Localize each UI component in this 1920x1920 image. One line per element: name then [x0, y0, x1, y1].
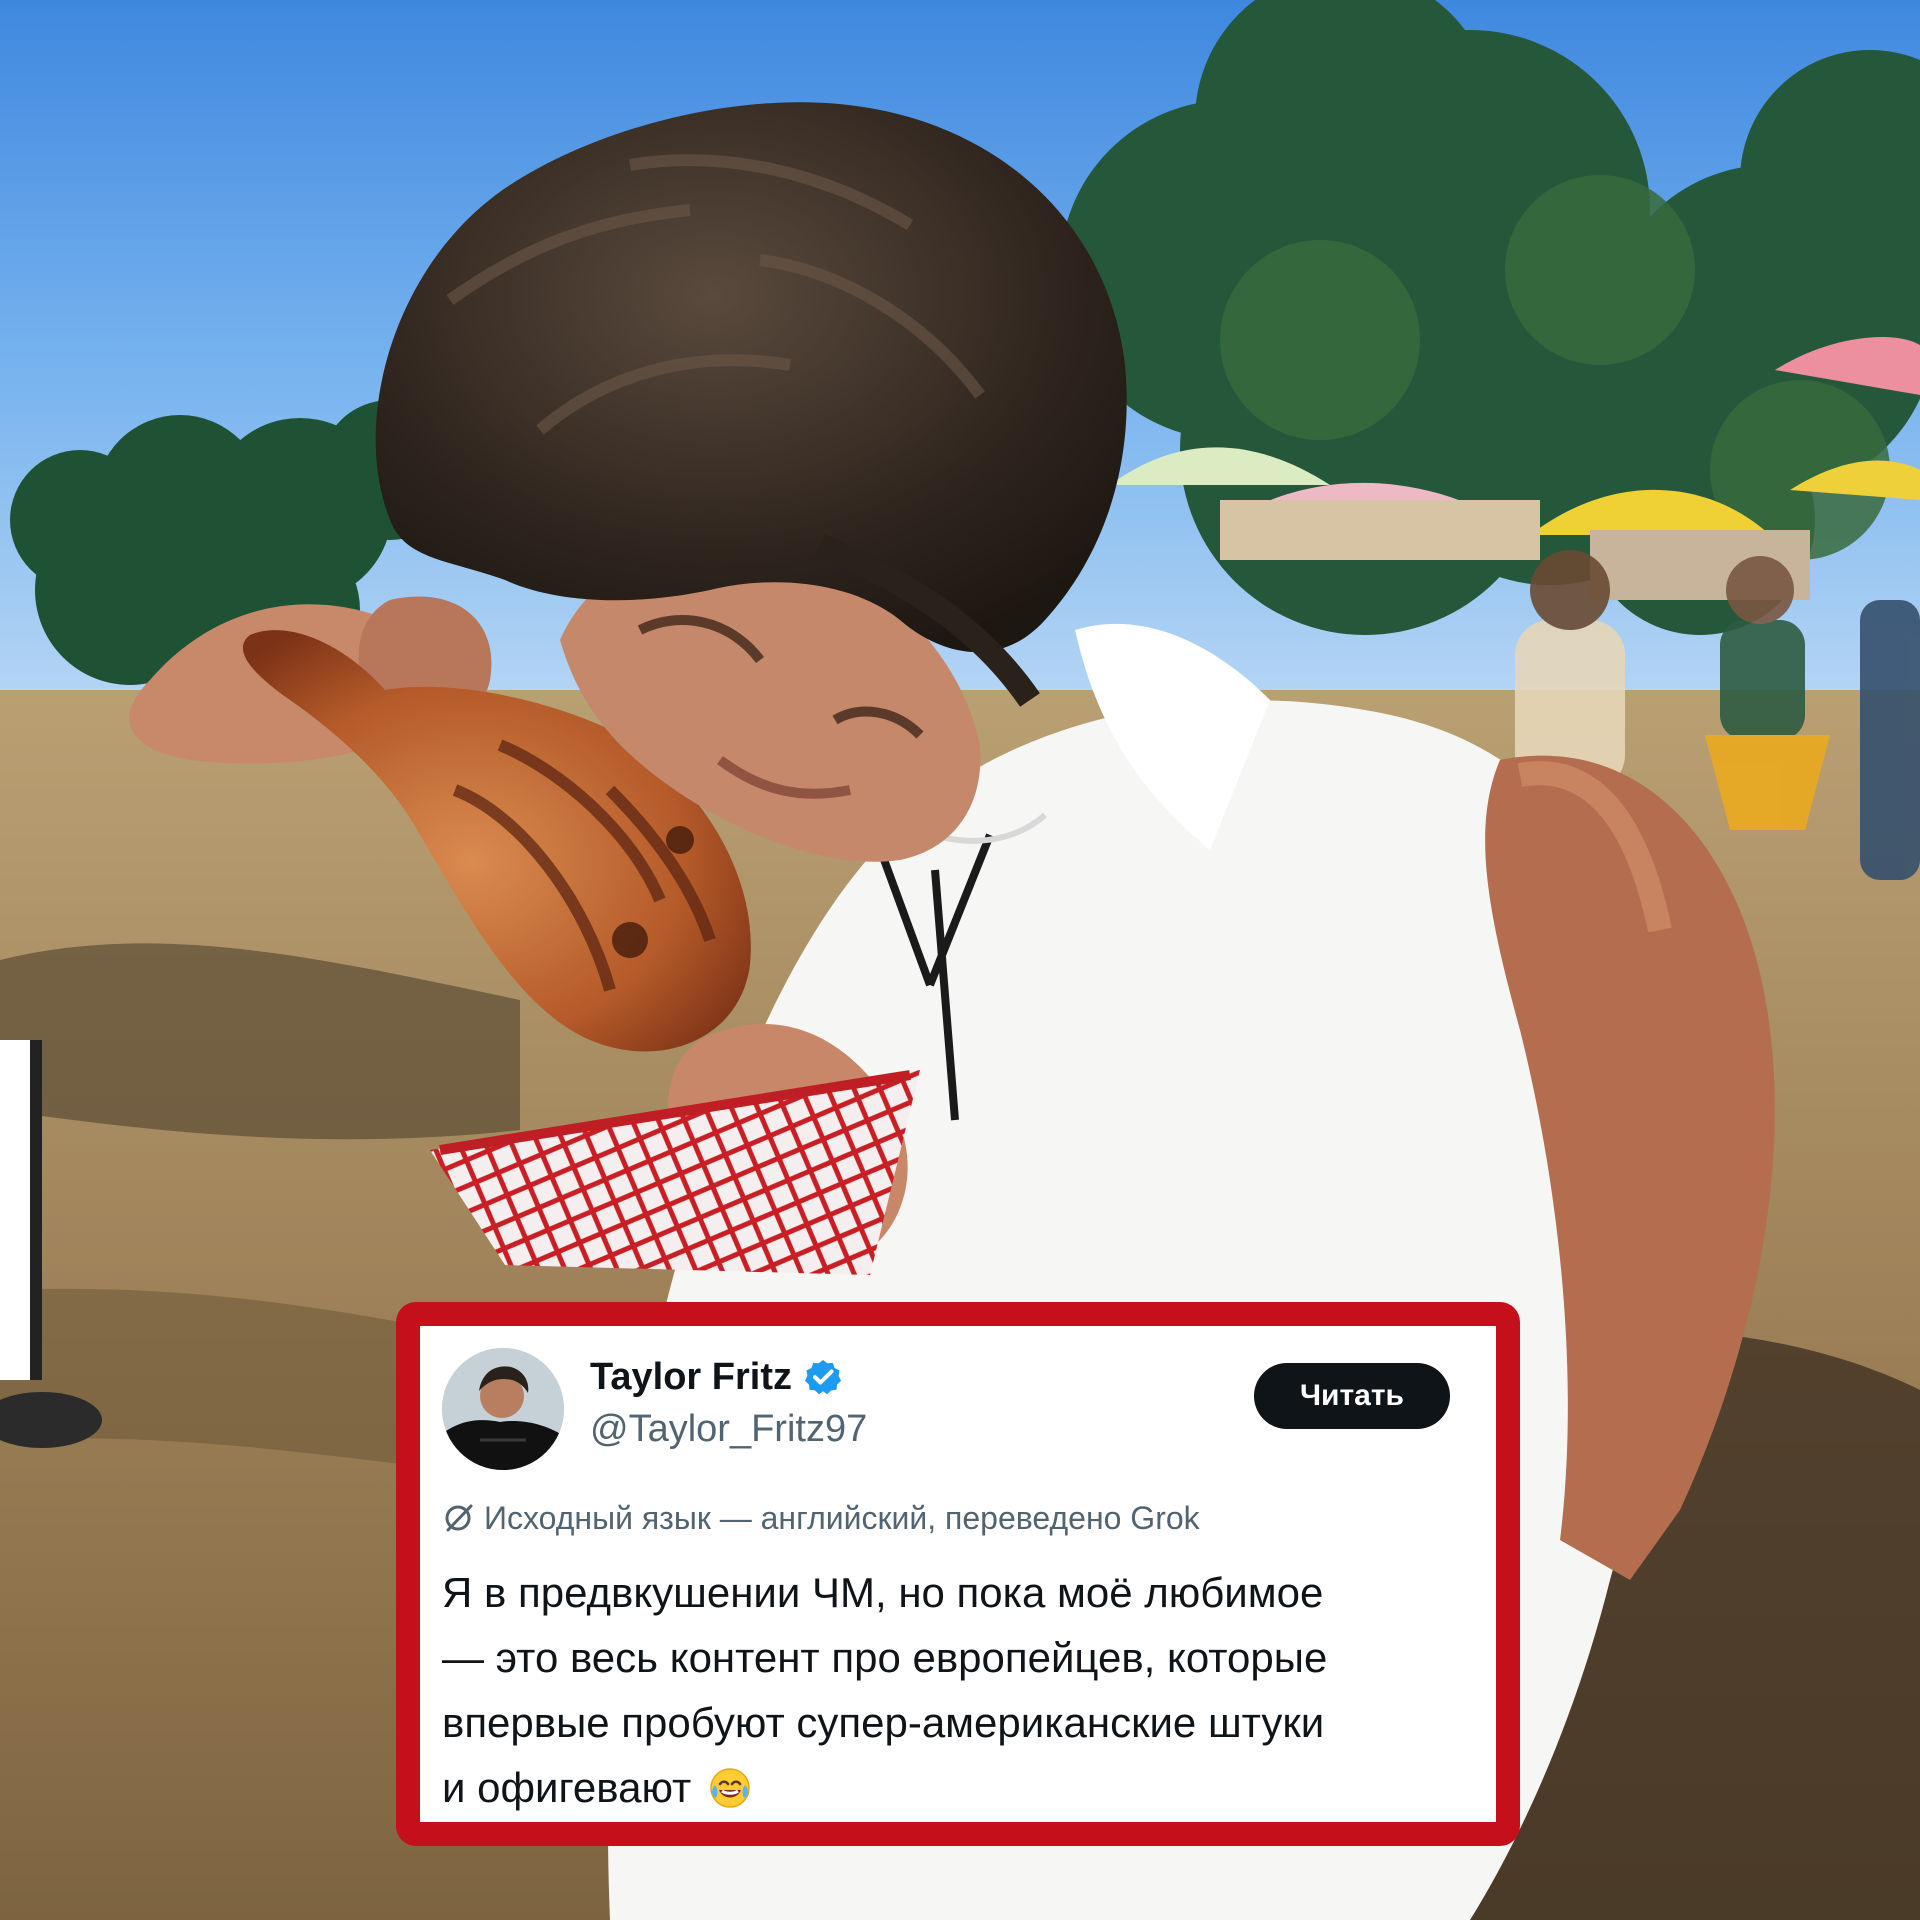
author-name[interactable]: Taylor Fritz	[590, 1356, 792, 1398]
tweet-line-text: и офигевают	[442, 1764, 692, 1811]
author-handle[interactable]: @Taylor_Fritz97	[590, 1408, 867, 1450]
tweet-line: и офигевают	[442, 1755, 1472, 1820]
follow-button[interactable]: Читать	[1254, 1363, 1450, 1429]
translation-text: Исходный язык — английский, переведено G…	[484, 1500, 1200, 1536]
laughing-tears-emoji-icon	[709, 1767, 751, 1809]
translation-note[interactable]: Исходный язык — английский, переведено G…	[442, 1498, 1200, 1538]
verified-badge-icon	[804, 1358, 842, 1396]
tweet-line: Я в предвкушении ЧМ, но пока моё любимое	[442, 1569, 1324, 1616]
author-row: Taylor Fritz	[590, 1356, 842, 1398]
tweet-card: Taylor Fritz @Taylor_Fritz97 Читать Исхо…	[396, 1302, 1520, 1846]
tweet-line: впервые пробуют супер-американские штуки	[442, 1699, 1325, 1746]
tweet-body: Я в предвкушении ЧМ, но пока моё любимое…	[442, 1560, 1472, 1820]
tweet-line: — это весь контент про европейцев, котор…	[442, 1634, 1328, 1681]
translate-slash-icon	[442, 1501, 476, 1535]
post-screen: Taylor Fritz @Taylor_Fritz97 Читать Исхо…	[0, 0, 1920, 1920]
avatar[interactable]	[442, 1348, 564, 1470]
